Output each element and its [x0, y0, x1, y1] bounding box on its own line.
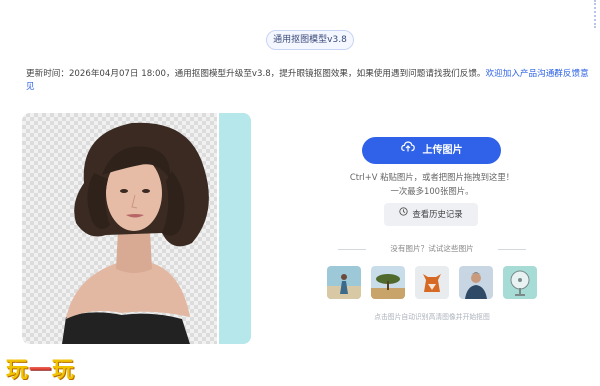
view-history-button[interactable]: 查看历史记录 — [384, 203, 478, 226]
cloud-upload-icon — [400, 136, 415, 163]
woman-portrait-illustration — [62, 122, 209, 344]
sample-fan[interactable] — [503, 266, 537, 299]
update-notice: 更新时间：2026年04月07日 18:00，通用抠图模型升级至v3.8，提升眼… — [26, 68, 592, 94]
max-images-hint: 一次最多100张图片。 — [390, 186, 474, 196]
sample-man-portrait[interactable] — [459, 266, 493, 299]
sample-images-row — [327, 266, 537, 299]
cutout-preview-image — [22, 113, 251, 344]
watermark-char-2: 一 — [29, 358, 53, 383]
watermark-char-3: 玩 — [52, 358, 76, 383]
sample-tree[interactable] — [371, 266, 405, 299]
upload-image-button[interactable]: 上传图片 — [362, 137, 501, 164]
try-samples-heading: 没有图片？试试这些图片 — [338, 243, 526, 255]
watermark-char-1: 玩 — [6, 358, 30, 383]
corner-decoration — [594, 0, 596, 28]
history-clock-icon — [399, 202, 409, 225]
sample-person-beach[interactable] — [327, 266, 361, 299]
site-watermark-logo: 玩一玩 — [6, 352, 76, 383]
upload-button-label: 上传图片 — [422, 145, 463, 156]
try-samples-label: 没有图片？试试这些图片 — [390, 244, 474, 253]
update-notice-text: 更新时间：2026年04月07日 18:00，通用抠图模型升级至v3.8，提升眼… — [26, 69, 486, 79]
history-button-label: 查看历史记录 — [412, 209, 463, 219]
heading-rule-left — [338, 249, 366, 250]
auto-cutout-hint: 点击图片自动识别高清图像并开始抠图 — [374, 313, 490, 321]
heading-rule-right — [498, 249, 526, 250]
paste-drag-hint: Ctrl+V 粘贴图片，或者把图片拖拽到这里！ — [349, 172, 515, 182]
sample-fox[interactable] — [415, 266, 449, 299]
model-version-badge[interactable]: 通用抠图模型v3.8 — [266, 30, 354, 50]
